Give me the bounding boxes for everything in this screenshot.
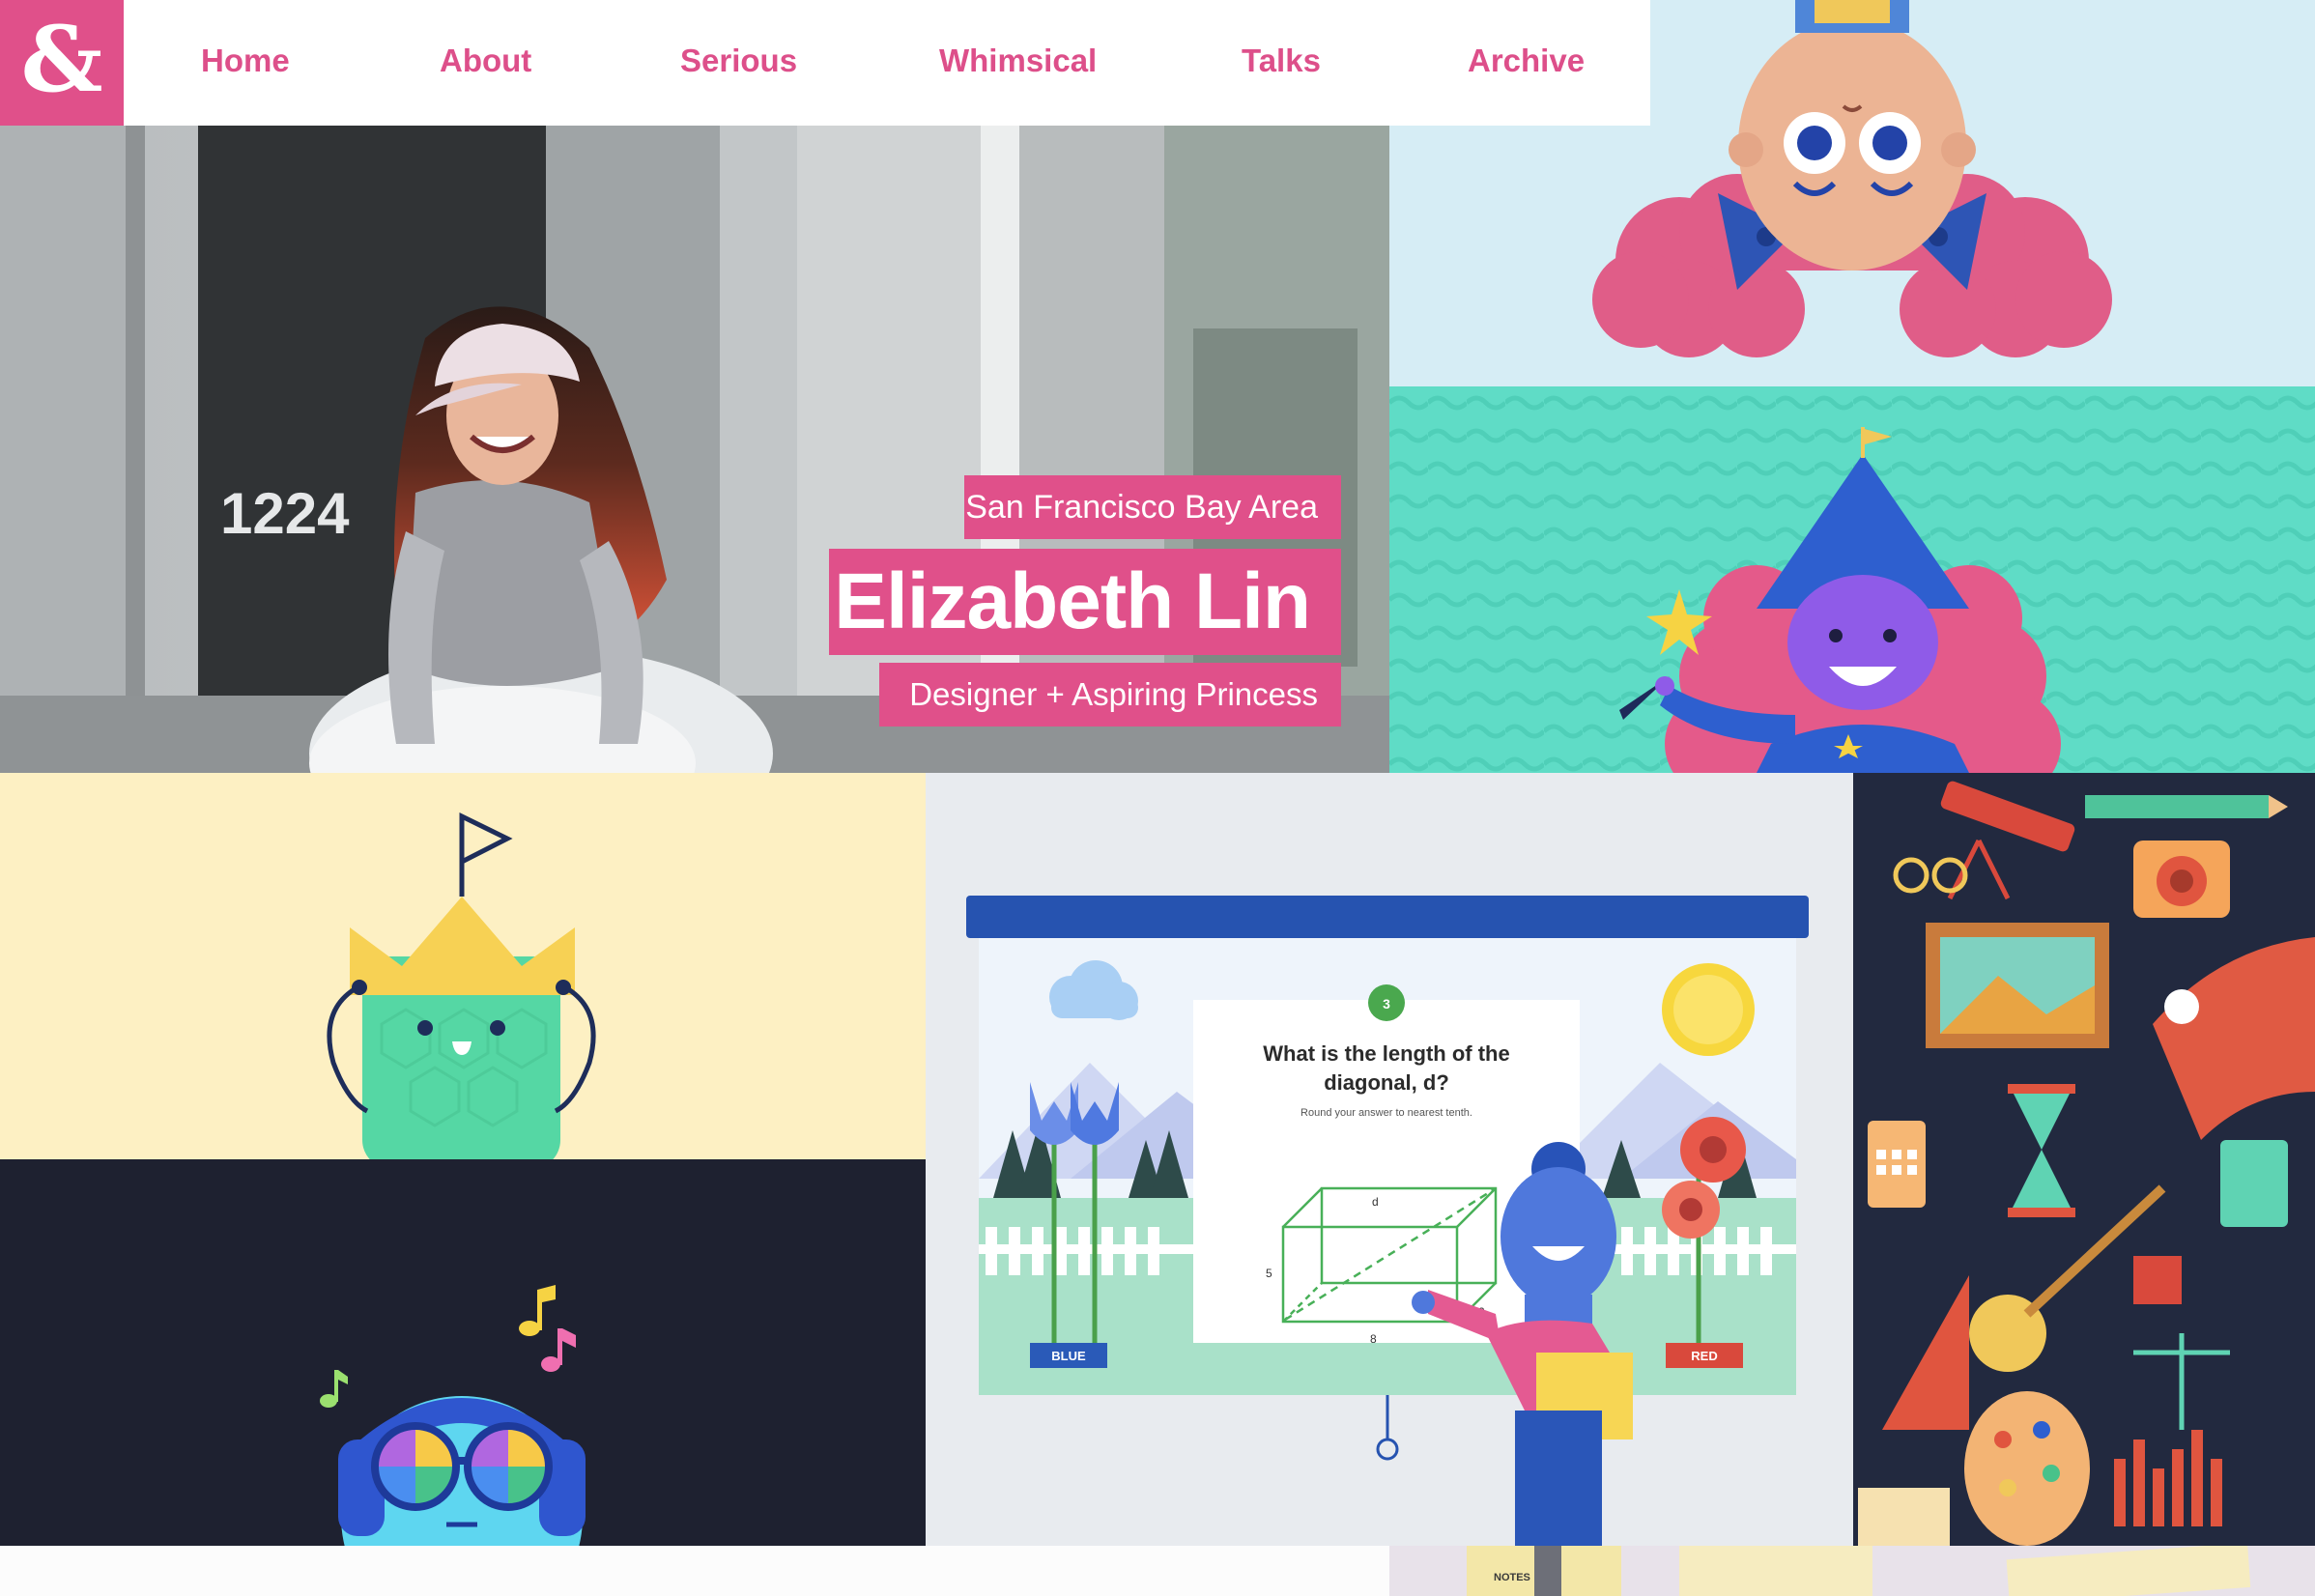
hero-tagline: Designer + Aspiring Princess xyxy=(879,663,1341,727)
headphones-character-illustration xyxy=(320,1285,586,1546)
top-navigation: & Home About Serious Whimsical Talks Arc… xyxy=(0,0,1650,126)
label-8: 8 xyxy=(1370,1332,1377,1346)
wizard-illustration-tile[interactable] xyxy=(1389,386,2315,773)
sticky-notes-label: NOTES xyxy=(1494,1572,1530,1583)
nav-link-about[interactable]: About xyxy=(440,37,531,85)
door-number: 1224 xyxy=(220,481,350,546)
notes-photo: NOTES xyxy=(1389,1546,2315,1596)
hero-photo-tile: 1224 San Francisco Bay Area Elizabeth Li… xyxy=(0,126,1389,773)
nav-link-home[interactable]: Home xyxy=(201,37,290,85)
notes-photo-tile[interactable]: NOTES xyxy=(1389,1546,2315,1596)
question-line-2: diagonal, d? xyxy=(1324,1070,1449,1095)
nav-link-serious[interactable]: Serious xyxy=(680,37,797,85)
wizard-illustration xyxy=(1389,386,2315,773)
flower-label-blue: BLUE xyxy=(1051,1349,1086,1363)
bottom-blank-strip xyxy=(0,1546,1389,1596)
nav-link-whimsical[interactable]: Whimsical xyxy=(939,37,1097,85)
classroom-math-tile[interactable]: BLUE RED 3 What is the length of the dia… xyxy=(926,773,1853,1546)
question-line-1: What is the length of the xyxy=(1263,1041,1509,1066)
crown-character-tile[interactable] xyxy=(0,773,926,1159)
classroom-math-illustration: BLUE RED 3 What is the length of the dia… xyxy=(966,896,1809,1546)
nav-link-archive[interactable]: Archive xyxy=(1468,37,1585,85)
headphones-character-tile[interactable] xyxy=(0,1159,926,1546)
logo-ampersand-icon[interactable]: & xyxy=(0,0,124,126)
hero-location: San Francisco Bay Area xyxy=(964,475,1341,539)
crown-character-illustration xyxy=(327,812,596,1159)
nav-link-talks[interactable]: Talks xyxy=(1242,37,1321,85)
objects-pattern-tile[interactable] xyxy=(1853,773,2315,1546)
flower-label-red: RED xyxy=(1691,1349,1717,1363)
label-5: 5 xyxy=(1266,1267,1272,1280)
step-number: 3 xyxy=(1383,996,1390,1012)
question-instruction: Round your answer to nearest tenth. xyxy=(1300,1107,1472,1119)
objects-pattern-illustration xyxy=(1858,781,2315,1546)
label-d: d xyxy=(1372,1195,1379,1209)
hero-name: Elizabeth Lin xyxy=(829,549,1341,655)
